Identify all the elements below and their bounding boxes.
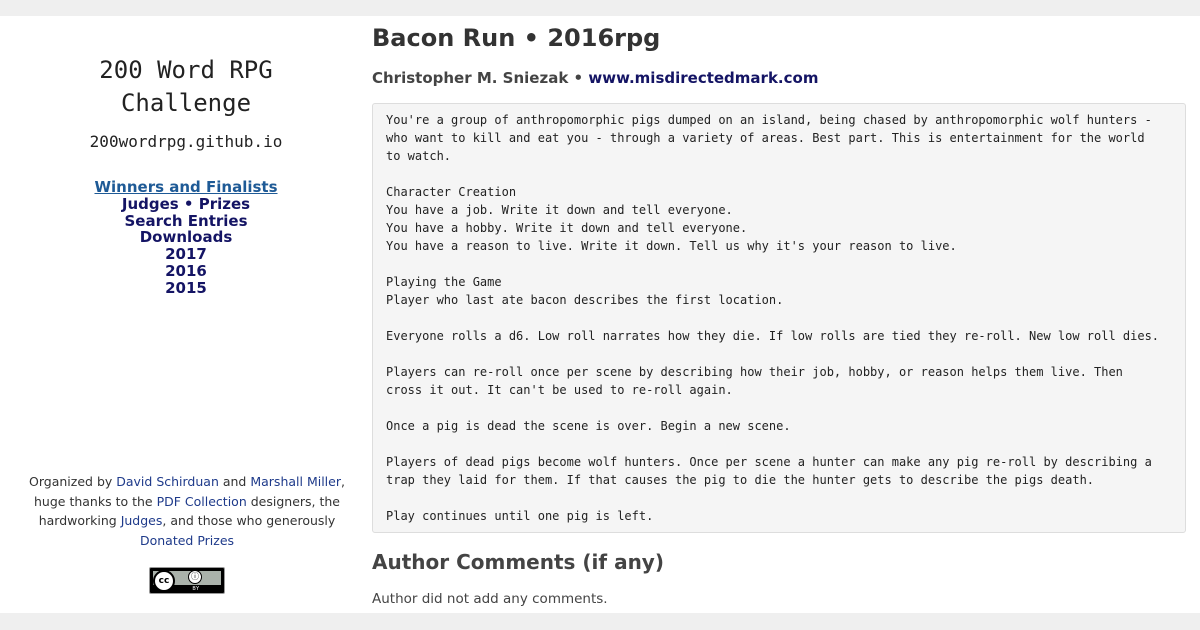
cc-by-license-badge[interactable]: cc ⓘ BY — [149, 567, 225, 594]
entry-line: You have a reason to live. Write it down… — [386, 239, 957, 253]
attribution-icon: ⓘ — [188, 570, 202, 584]
entry-line: You have a job. Write it down and tell e… — [386, 203, 733, 217]
entry-line: Playing the Game — [386, 275, 502, 289]
entry-title: Bacon Run • 2016rpg — [372, 24, 661, 52]
nav-separator: • — [178, 194, 199, 213]
author-comments-text: Author did not add any comments. — [372, 591, 608, 607]
organizer-link-marshall[interactable]: Marshall Miller — [250, 474, 341, 489]
entry-text-box: You're a group of anthropomorphic pigs d… — [372, 103, 1186, 533]
entry-blank-line — [386, 165, 1172, 183]
organizer-link-david[interactable]: David Schirduan — [116, 474, 219, 489]
nav-2016-link[interactable]: 2016 — [165, 262, 207, 280]
entry-line: Everyone rolls a d6. Low roll narrates h… — [386, 329, 1160, 343]
nav-2017-link[interactable]: 2017 — [165, 245, 207, 263]
nav-winners-link[interactable]: Winners and Finalists — [94, 178, 277, 196]
entry-line: You're a group of anthropomorphic pigs d… — [386, 113, 1152, 127]
entry-line: to watch. — [386, 149, 452, 163]
entry-line: who want to kill and eat you - through a… — [386, 131, 1145, 145]
donated-prizes-link[interactable]: Donated Prizes — [140, 533, 234, 548]
entry-line: You have a hobby. Write it down and tell… — [386, 221, 748, 235]
nav-search-link[interactable]: Search Entries — [124, 212, 247, 230]
judges-link[interactable]: Judges — [121, 513, 163, 528]
author-site-link[interactable]: www.misdirectedmark.com — [588, 69, 818, 87]
site-title-line: Challenge — [120, 89, 252, 117]
pdf-collection-link[interactable]: PDF Collection — [157, 494, 247, 509]
site-title[interactable]: 200 Word RPG Challenge — [0, 54, 372, 120]
sidebar: 200 Word RPG Challenge 200wordrpg.github… — [0, 16, 372, 613]
byline-separator: • — [568, 69, 589, 87]
entry-blank-line — [386, 489, 1172, 507]
site-url[interactable]: 200wordrpg.github.io — [0, 132, 372, 151]
page: 200 Word RPG Challenge 200wordrpg.github… — [0, 16, 1200, 613]
nav-prizes-link[interactable]: Prizes — [199, 195, 250, 213]
entry-blank-line — [386, 435, 1172, 453]
entry-blank-line — [386, 345, 1172, 363]
entry-blank-line — [386, 309, 1172, 327]
entry-byline: Christopher M. Sniezak • www.misdirected… — [372, 69, 818, 87]
entry-blank-line — [386, 255, 1172, 273]
site-title-line: 200 Word RPG — [99, 56, 273, 84]
nav-downloads-link[interactable]: Downloads — [140, 228, 233, 246]
main-content: Bacon Run • 2016rpg Christopher M. Sniez… — [372, 16, 1186, 613]
author-name: Christopher M. Sniezak — [372, 69, 569, 87]
by-label: BY — [192, 586, 200, 592]
entry-line: Player who last ate bacon describes the … — [386, 293, 784, 307]
credits-fragment: and — [218, 474, 251, 489]
nav-judges-link[interactable]: Judges — [122, 195, 179, 213]
sidebar-nav: Winners and Finalists Judges • Prizes Se… — [0, 179, 372, 297]
nav-2015-link[interactable]: 2015 — [165, 279, 207, 297]
entry-line: Once a pig is dead the scene is over. Be… — [386, 419, 791, 433]
entry-line: trap they laid for them. If that causes … — [386, 473, 1095, 487]
credits-text: Organized by David Schirduan and Marshal… — [22, 472, 352, 550]
entry-blank-line — [386, 399, 1172, 417]
cc-icon: cc — [153, 570, 175, 592]
author-comments-heading: Author Comments (if any) — [372, 550, 664, 574]
credits-fragment: Organized by — [29, 474, 117, 489]
entry-line: Play continues until one pig is left. — [386, 509, 654, 523]
entry-line: cross it out. It can't be used to re-rol… — [386, 383, 733, 397]
entry-line: Players can re-roll once per scene by de… — [386, 365, 1123, 379]
credits-fragment: , and those who generously — [162, 513, 336, 528]
entry-line: Character Creation — [386, 185, 517, 199]
entry-line: Players of dead pigs become wolf hunters… — [386, 455, 1152, 469]
